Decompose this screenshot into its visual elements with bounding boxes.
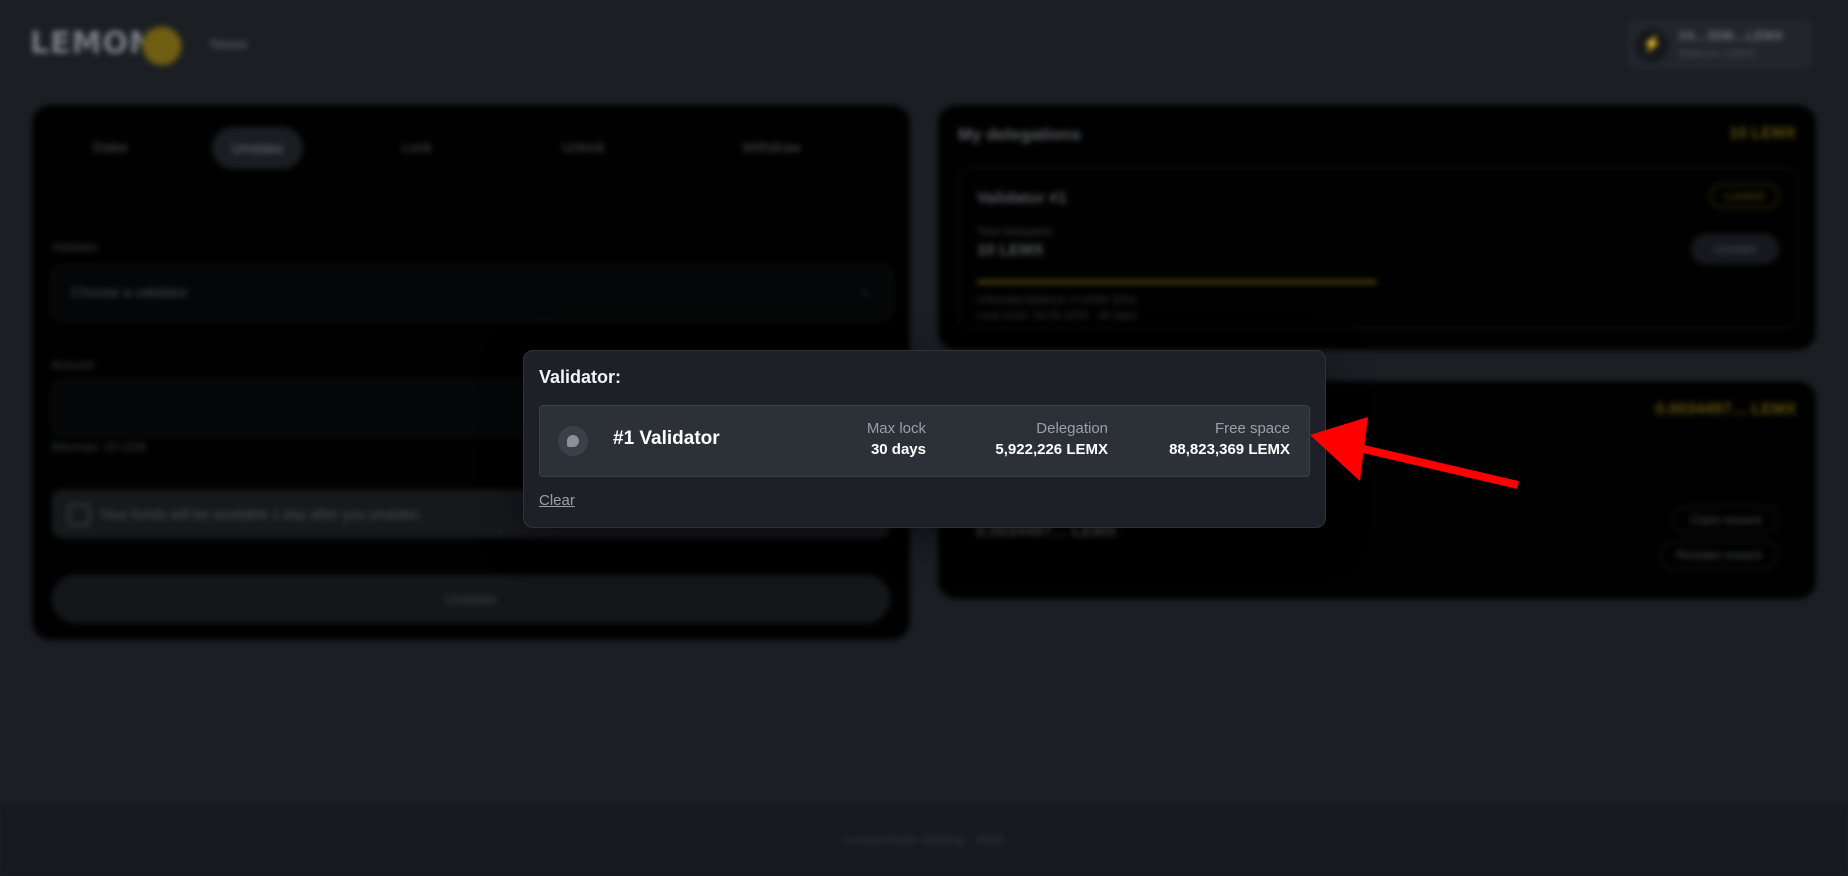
delegation-action-button[interactable]: Unstake (1690, 234, 1779, 264)
free-space-column: Free space 88,823,369 LEMX (1169, 420, 1290, 462)
footer-text: LemonChain Staking · 2025 (843, 832, 1005, 847)
logo-mark-icon (142, 26, 182, 66)
wallet-address: 0X…5DB…LEMX (1679, 28, 1784, 43)
delegation-card: Validator #1 Locked Total delegated 10 L… (958, 167, 1798, 329)
clear-link[interactable]: Clear (539, 492, 575, 509)
delegation-unlocked-line: Unlocked balance: 0 LEMX (0%) (977, 294, 1136, 306)
app-logo[interactable]: LEMON (30, 26, 155, 61)
wallet-balance: Balance: LEMX (1679, 48, 1755, 60)
wallet-button[interactable]: ⚡ 0X…5DB…LEMX Balance: LEMX (1627, 20, 1813, 70)
delegation-label: Delegation (1036, 420, 1108, 437)
validator-dropdown-title: Validator: (539, 367, 622, 387)
delegations-title: My delegations (958, 125, 1081, 144)
tab-unstake[interactable]: Unstake (212, 127, 304, 169)
restake-reward-button[interactable]: Restake reward (1659, 541, 1778, 569)
amount-label: Amount (52, 358, 94, 372)
footer: LemonChain Staking · 2025 (0, 804, 1848, 876)
notice-text: Your funds will be available 1 day after… (100, 506, 422, 522)
tab-stake[interactable]: Stake (92, 139, 128, 155)
tab-lock[interactable]: Lock (402, 139, 432, 155)
delegations-total: 10 LEMX (1729, 125, 1796, 142)
delegation-column: Delegation 5,922,226 LEMX (995, 420, 1108, 462)
delegation-lock-line: Lock ends: 30.06.2025 · 30 days (977, 310, 1137, 322)
claim-reward-button[interactable]: Claim reward (1673, 506, 1778, 534)
delegation-value: 10 LEMX (977, 242, 1044, 259)
max-lock-label: Max lock (866, 420, 926, 437)
validator-select[interactable]: Choose a validator ⌄ (52, 265, 892, 321)
free-space-value: 88,823,369 LEMX (1169, 441, 1290, 458)
delegation-value: 5,922,226 LEMX (995, 441, 1108, 458)
max-lock-value: 30 days (870, 441, 926, 458)
unstake-submit-button[interactable]: Unstake (52, 575, 890, 623)
leaf-icon (567, 435, 579, 447)
free-space-label: Free space (1214, 420, 1290, 437)
max-lock-column: Max lock 30 days (867, 420, 926, 462)
validator-select-placeholder: Choose a validator (71, 284, 188, 300)
validator-option-row[interactable]: #1 Validator Max lock 30 days Delegation… (539, 405, 1310, 477)
nav-news-link[interactable]: News (210, 36, 248, 53)
stake-tabs: Stake Unstake Lock Unlock Withdraw (52, 127, 890, 173)
wallet-lightning-icon: ⚡ (1635, 28, 1669, 62)
delegations-panel: My delegations 10 LEMX Validator #1 Lock… (938, 105, 1816, 350)
rewards-total: 0.0034497… LEMX (1655, 401, 1796, 418)
validator-name: #1 Validator (613, 428, 720, 449)
tab-withdraw[interactable]: Withdraw (742, 139, 800, 155)
tab-unlock[interactable]: Unlock (562, 139, 605, 155)
annotation-arrow-icon (1310, 417, 1519, 489)
calendar-icon (68, 504, 90, 526)
validator-avatar (558, 426, 588, 456)
top-header: LEMON News ⚡ 0X…5DB…LEMX Balance: LEMX (0, 0, 1848, 90)
delegation-progress-bar (977, 280, 1377, 284)
validator-dropdown: Validator: #1 Validator Max lock 30 days… (523, 350, 1326, 528)
delegation-validator-name: Validator #1 (977, 190, 1067, 207)
amount-hint: Min/max: 10 LEM (52, 440, 146, 454)
validator-label: Validator (52, 240, 99, 254)
delegation-sub-label: Total delegated (977, 226, 1052, 238)
chevron-down-icon: ⌄ (859, 282, 871, 298)
locked-badge: Locked (1710, 184, 1779, 208)
